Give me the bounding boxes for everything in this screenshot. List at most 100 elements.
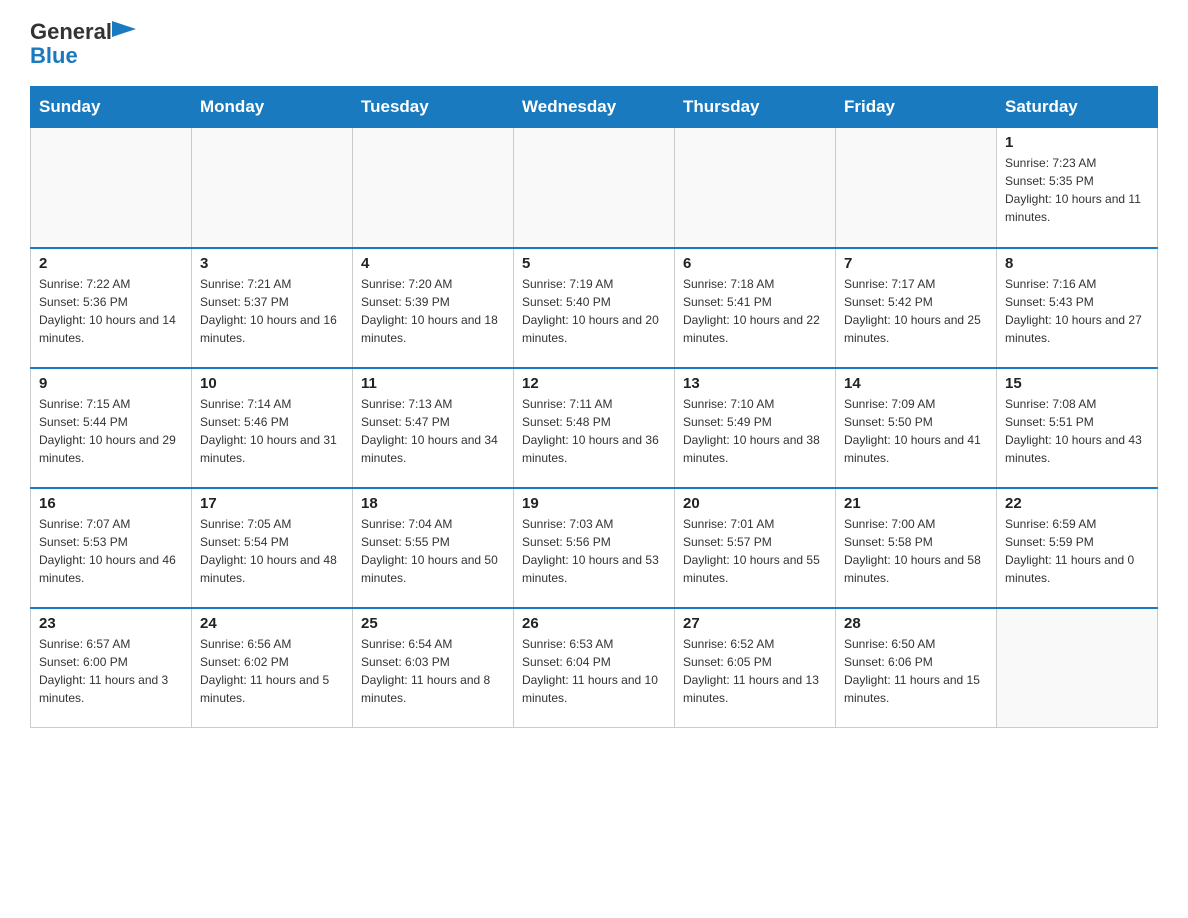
day-info: Sunrise: 6:54 AMSunset: 6:03 PMDaylight:…: [361, 635, 505, 707]
logo-blue-text: Blue: [30, 43, 78, 68]
day-info: Sunrise: 6:52 AMSunset: 6:05 PMDaylight:…: [683, 635, 827, 707]
calendar-cell: 28 Sunrise: 6:50 AMSunset: 6:06 PMDayligh…: [836, 608, 997, 728]
calendar-header-tuesday: Tuesday: [353, 87, 514, 128]
calendar-cell: 6Sunrise: 7:18 AMSunset: 5:41 PMDaylight…: [675, 248, 836, 368]
day-info: Sunrise: 7:09 AMSunset: 5:50 PMDaylight:…: [844, 395, 988, 467]
calendar-cell: [353, 128, 514, 248]
day-number: 3: [200, 255, 344, 272]
day-number: 25: [361, 615, 505, 632]
day-number: 18: [361, 495, 505, 512]
calendar-week-row-3: 9 Sunrise: 7:15 AMSunset: 5:44 PMDaylight…: [31, 368, 1158, 488]
calendar-cell: [836, 128, 997, 248]
calendar-cell: 12 Sunrise: 7:11 AMSunset: 5:48 PMDayligh…: [514, 368, 675, 488]
day-number: 7: [844, 255, 988, 272]
calendar-week-row-2: 2Sunrise: 7:22 AMSunset: 5:36 PMDaylight…: [31, 248, 1158, 368]
day-number: 26: [522, 615, 666, 632]
calendar-cell: 10 Sunrise: 7:14 AMSunset: 5:46 PMDayligh…: [192, 368, 353, 488]
calendar-cell: 15 Sunrise: 7:08 AMSunset: 5:51 PMDayligh…: [997, 368, 1158, 488]
day-info: Sunrise: 7:00 AMSunset: 5:58 PMDaylight:…: [844, 515, 988, 587]
calendar-cell: [514, 128, 675, 248]
calendar-cell: 20 Sunrise: 7:01 AMSunset: 5:57 PMDayligh…: [675, 488, 836, 608]
day-info: Sunrise: 7:16 AMSunset: 5:43 PMDaylight:…: [1005, 275, 1149, 347]
calendar-cell: 21 Sunrise: 7:00 AMSunset: 5:58 PMDayligh…: [836, 488, 997, 608]
day-number: 14: [844, 375, 988, 392]
day-number: 13: [683, 375, 827, 392]
calendar-header-friday: Friday: [836, 87, 997, 128]
calendar-cell: 4Sunrise: 7:20 AMSunset: 5:39 PMDaylight…: [353, 248, 514, 368]
calendar-cell: 25 Sunrise: 6:54 AMSunset: 6:03 PMDayligh…: [353, 608, 514, 728]
calendar-cell: 14 Sunrise: 7:09 AMSunset: 5:50 PMDayligh…: [836, 368, 997, 488]
day-number: 19: [522, 495, 666, 512]
day-info: Sunrise: 7:11 AMSunset: 5:48 PMDaylight:…: [522, 395, 666, 467]
day-info: Sunrise: 7:05 AMSunset: 5:54 PMDaylight:…: [200, 515, 344, 587]
calendar-cell: 17 Sunrise: 7:05 AMSunset: 5:54 PMDayligh…: [192, 488, 353, 608]
day-number: 21: [844, 495, 988, 512]
day-number: 5: [522, 255, 666, 272]
calendar-cell: 7 Sunrise: 7:17 AMSunset: 5:42 PMDaylight…: [836, 248, 997, 368]
calendar-cell: 5 Sunrise: 7:19 AMSunset: 5:40 PMDaylight…: [514, 248, 675, 368]
day-number: 8: [1005, 255, 1149, 272]
calendar-cell: 27 Sunrise: 6:52 AMSunset: 6:05 PMDayligh…: [675, 608, 836, 728]
calendar-cell: 9 Sunrise: 7:15 AMSunset: 5:44 PMDaylight…: [31, 368, 192, 488]
calendar-cell: 2Sunrise: 7:22 AMSunset: 5:36 PMDaylight…: [31, 248, 192, 368]
calendar-cell: [31, 128, 192, 248]
calendar-cell: [675, 128, 836, 248]
day-info: Sunrise: 7:17 AMSunset: 5:42 PMDaylight:…: [844, 275, 988, 347]
day-info: Sunrise: 7:23 AMSunset: 5:35 PMDaylight:…: [1005, 154, 1149, 226]
day-info: Sunrise: 7:08 AMSunset: 5:51 PMDaylight:…: [1005, 395, 1149, 467]
day-number: 22: [1005, 495, 1149, 512]
day-info: Sunrise: 6:57 AMSunset: 6:00 PMDaylight:…: [39, 635, 183, 707]
calendar-cell: [192, 128, 353, 248]
day-info: Sunrise: 6:59 AMSunset: 5:59 PMDaylight:…: [1005, 515, 1149, 587]
day-info: Sunrise: 7:19 AMSunset: 5:40 PMDaylight:…: [522, 275, 666, 347]
day-info: Sunrise: 6:53 AMSunset: 6:04 PMDaylight:…: [522, 635, 666, 707]
calendar-cell: 8 Sunrise: 7:16 AMSunset: 5:43 PMDaylight…: [997, 248, 1158, 368]
logo-flag-icon: [112, 21, 136, 43]
day-number: 20: [683, 495, 827, 512]
day-number: 11: [361, 375, 505, 392]
day-info: Sunrise: 7:10 AMSunset: 5:49 PMDaylight:…: [683, 395, 827, 467]
logo: GeneralBlue: [30, 20, 136, 68]
day-info: Sunrise: 7:01 AMSunset: 5:57 PMDaylight:…: [683, 515, 827, 587]
logo-general-text: General: [30, 20, 112, 44]
day-number: 9: [39, 375, 183, 392]
calendar-cell: 24Sunrise: 6:56 AMSunset: 6:02 PMDayligh…: [192, 608, 353, 728]
day-number: 2: [39, 255, 183, 272]
day-number: 15: [1005, 375, 1149, 392]
day-number: 17: [200, 495, 344, 512]
calendar-cell: 16 Sunrise: 7:07 AMSunset: 5:53 PMDayligh…: [31, 488, 192, 608]
day-number: 23: [39, 615, 183, 632]
day-number: 12: [522, 375, 666, 392]
day-number: 1: [1005, 134, 1149, 151]
day-number: 10: [200, 375, 344, 392]
calendar-cell: 3 Sunrise: 7:21 AMSunset: 5:37 PMDaylight…: [192, 248, 353, 368]
day-number: 16: [39, 495, 183, 512]
calendar-header-monday: Monday: [192, 87, 353, 128]
day-info: Sunrise: 7:21 AMSunset: 5:37 PMDaylight:…: [200, 275, 344, 347]
day-number: 27: [683, 615, 827, 632]
day-info: Sunrise: 7:04 AMSunset: 5:55 PMDaylight:…: [361, 515, 505, 587]
day-info: Sunrise: 7:15 AMSunset: 5:44 PMDaylight:…: [39, 395, 183, 467]
day-info: Sunrise: 6:50 AMSunset: 6:06 PMDaylight:…: [844, 635, 988, 707]
calendar-cell: 1 Sunrise: 7:23 AMSunset: 5:35 PMDaylight…: [997, 128, 1158, 248]
day-info: Sunrise: 6:56 AMSunset: 6:02 PMDaylight:…: [200, 635, 344, 707]
calendar-header-thursday: Thursday: [675, 87, 836, 128]
day-info: Sunrise: 7:14 AMSunset: 5:46 PMDaylight:…: [200, 395, 344, 467]
calendar-cell: 13 Sunrise: 7:10 AMSunset: 5:49 PMDayligh…: [675, 368, 836, 488]
calendar-cell: 19 Sunrise: 7:03 AMSunset: 5:56 PMDayligh…: [514, 488, 675, 608]
calendar-cell: 11 Sunrise: 7:13 AMSunset: 5:47 PMDayligh…: [353, 368, 514, 488]
calendar-header-wednesday: Wednesday: [514, 87, 675, 128]
day-number: 28: [844, 615, 988, 632]
calendar-week-row-5: 23 Sunrise: 6:57 AMSunset: 6:00 PMDayligh…: [31, 608, 1158, 728]
day-info: Sunrise: 7:13 AMSunset: 5:47 PMDaylight:…: [361, 395, 505, 467]
day-info: Sunrise: 7:07 AMSunset: 5:53 PMDaylight:…: [39, 515, 183, 587]
calendar-table: SundayMondayTuesdayWednesdayThursdayFrid…: [30, 86, 1158, 728]
page-header: GeneralBlue: [30, 20, 1158, 68]
calendar-cell: 22 Sunrise: 6:59 AMSunset: 5:59 PMDayligh…: [997, 488, 1158, 608]
day-number: 6: [683, 255, 827, 272]
calendar-header-row: SundayMondayTuesdayWednesdayThursdayFrid…: [31, 87, 1158, 128]
day-info: Sunrise: 7:03 AMSunset: 5:56 PMDaylight:…: [522, 515, 666, 587]
calendar-cell: 23 Sunrise: 6:57 AMSunset: 6:00 PMDayligh…: [31, 608, 192, 728]
day-info: Sunrise: 7:20 AMSunset: 5:39 PMDaylight:…: [361, 275, 505, 347]
calendar-header-sunday: Sunday: [31, 87, 192, 128]
